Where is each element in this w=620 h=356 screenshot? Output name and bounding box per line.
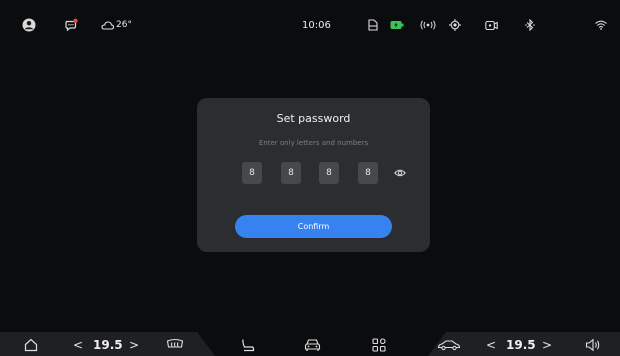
rear-defrost-icon[interactable] xyxy=(166,337,184,353)
sim-card-icon[interactable] xyxy=(367,18,378,32)
battery-charging-icon[interactable] xyxy=(390,18,404,32)
left-temp-increase-button[interactable]: > xyxy=(129,337,139,353)
car-front-icon[interactable] xyxy=(304,337,321,353)
pin-digit-2[interactable]: 8 xyxy=(281,162,301,184)
bluetooth-icon[interactable] xyxy=(525,18,535,32)
location-icon[interactable] xyxy=(449,18,461,32)
home-icon[interactable] xyxy=(24,337,38,353)
right-temp-decrease-button[interactable]: < xyxy=(486,337,496,353)
cloud-icon xyxy=(101,21,114,30)
wifi-icon[interactable] xyxy=(595,18,607,32)
clock-time: 10:06 xyxy=(302,19,331,31)
pin-digit-1[interactable]: 8 xyxy=(242,162,262,184)
show-password-eye-icon[interactable] xyxy=(394,168,406,178)
pin-digit-4[interactable]: 8 xyxy=(358,162,378,184)
hotspot-signal-icon[interactable] xyxy=(419,18,437,32)
volume-icon[interactable] xyxy=(585,337,601,353)
message-notification-icon[interactable] xyxy=(64,18,78,32)
weather-temperature: 26° xyxy=(116,20,132,30)
seat-icon[interactable] xyxy=(241,337,255,353)
set-password-dialog: Set password Enter only letters and numb… xyxy=(197,98,430,252)
dashcam-icon[interactable] xyxy=(485,18,498,32)
bottom-dock: < 19.5 > < 19.5 > xyxy=(0,332,620,356)
right-temperature: 19.5 xyxy=(506,338,536,352)
status-bar: 26° 10:06 xyxy=(0,0,620,46)
vehicle-side-icon[interactable] xyxy=(437,337,461,353)
left-temperature: 19.5 xyxy=(93,338,123,352)
right-temp-increase-button[interactable]: > xyxy=(542,337,552,353)
confirm-button[interactable]: Confirm xyxy=(235,215,392,238)
apps-grid-icon[interactable] xyxy=(372,337,386,353)
pin-digit-3[interactable]: 8 xyxy=(319,162,339,184)
user-avatar-icon[interactable] xyxy=(22,18,36,32)
password-hint: Enter only letters and numbers xyxy=(258,139,369,147)
dialog-title: Set password xyxy=(276,112,351,125)
left-temp-decrease-button[interactable]: < xyxy=(73,337,83,353)
weather-widget[interactable]: 26° xyxy=(101,18,132,32)
